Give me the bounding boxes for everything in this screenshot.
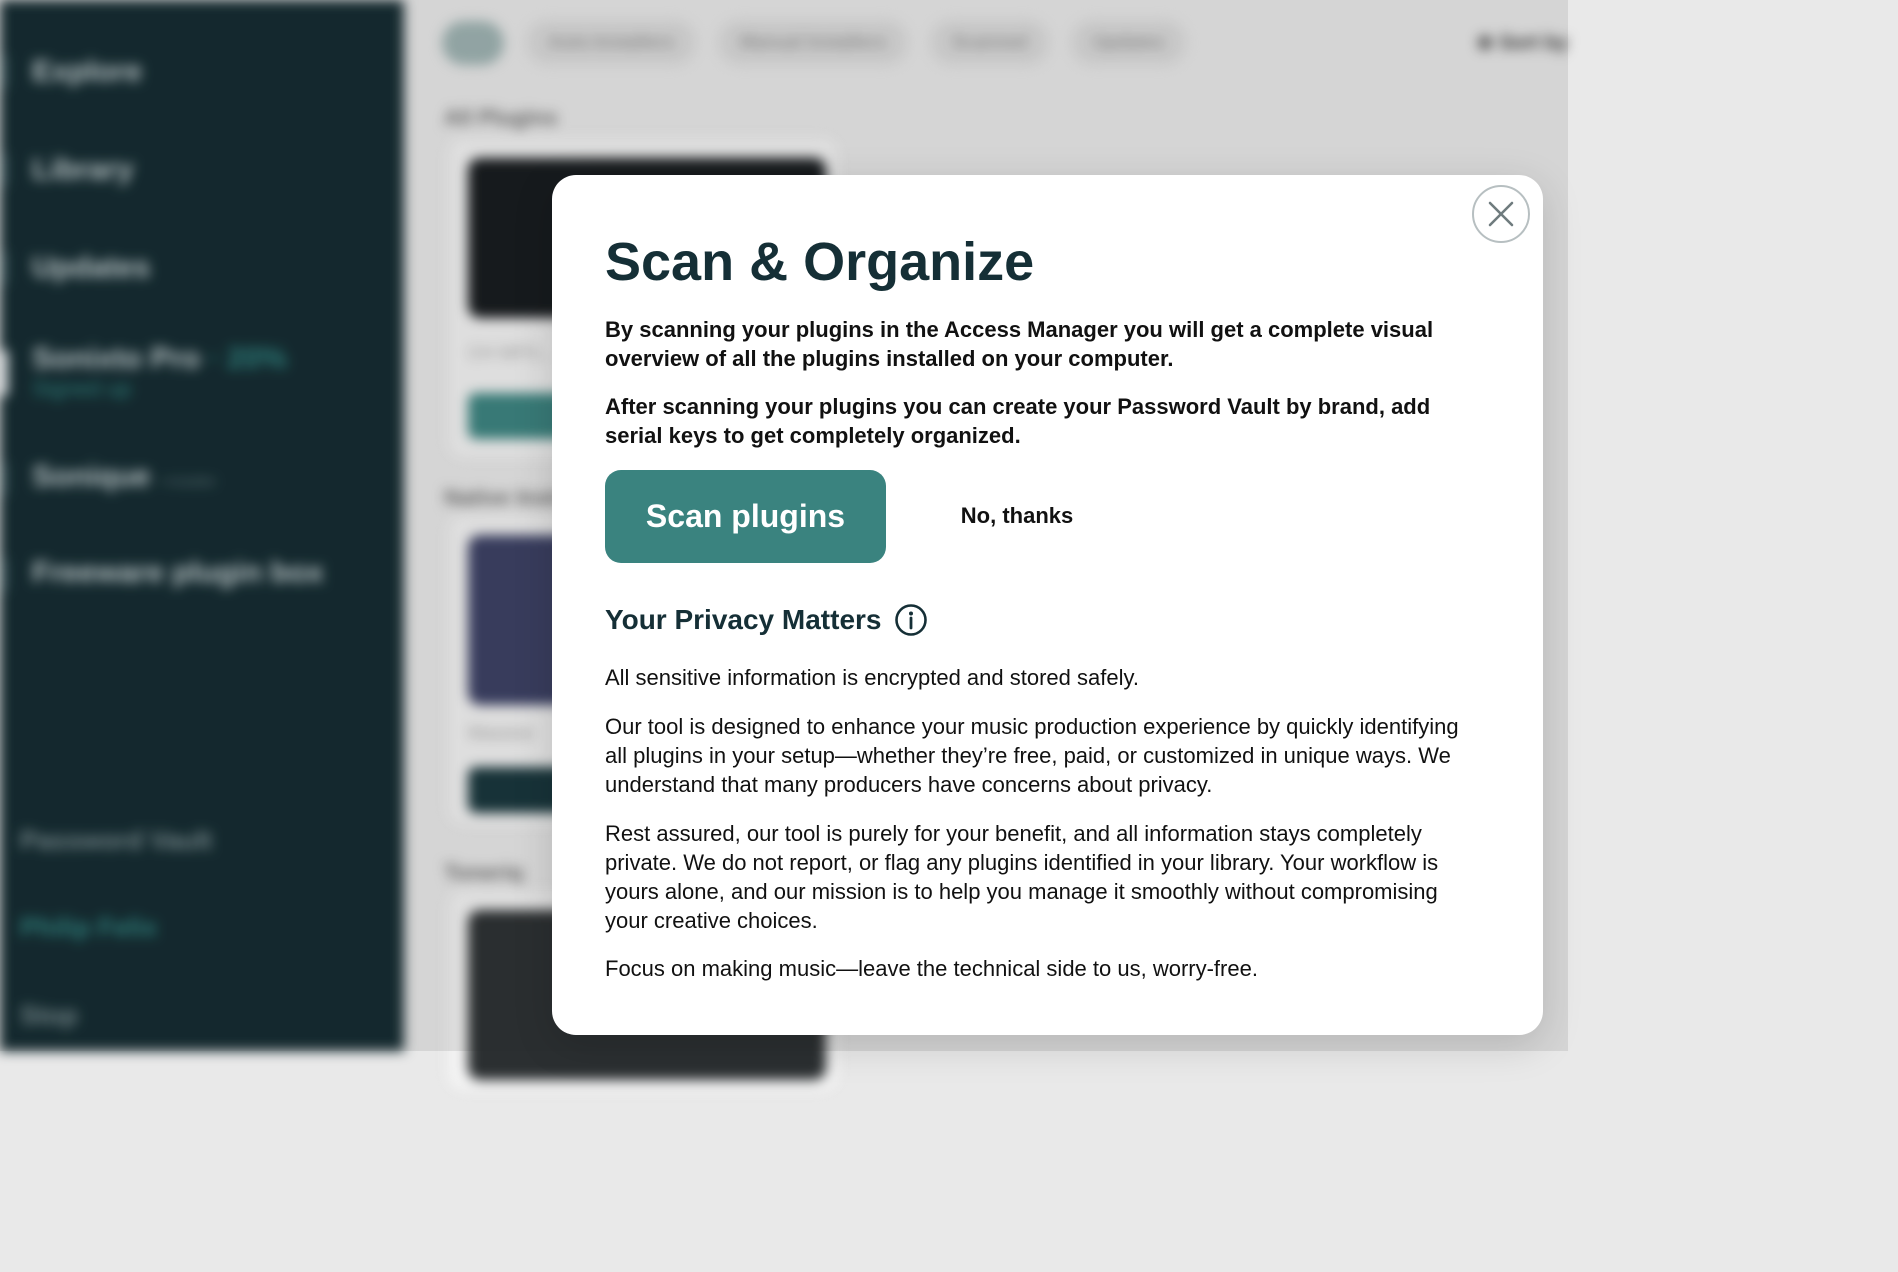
privacy-heading: Your Privacy Matters xyxy=(605,603,928,637)
info-icon[interactable] xyxy=(894,603,928,637)
scan-organize-modal: Scan & Organize By scanning your plugins… xyxy=(552,175,1543,1035)
privacy-paragraph: All sensitive information is encrypted a… xyxy=(605,665,1139,690)
privacy-title: Your Privacy Matters xyxy=(605,604,882,635)
intro-paragraph: After scanning your plugins you can crea… xyxy=(605,394,1431,448)
intro-paragraph: By scanning your plugins in the Access M… xyxy=(605,317,1434,371)
no-thanks-button[interactable]: No, thanks xyxy=(922,485,1112,547)
scan-plugins-button[interactable]: Scan plugins xyxy=(605,470,886,563)
privacy-paragraph: Our tool is designed to enhance your mus… xyxy=(605,714,1459,797)
privacy-paragraph: Rest assured, our tool is purely for you… xyxy=(605,821,1439,933)
modal-title: Scan & Organize xyxy=(605,232,1035,292)
close-button[interactable] xyxy=(1472,185,1530,243)
privacy-paragraph: Focus on making music—leave the technica… xyxy=(605,956,1258,981)
close-icon xyxy=(1488,201,1514,227)
